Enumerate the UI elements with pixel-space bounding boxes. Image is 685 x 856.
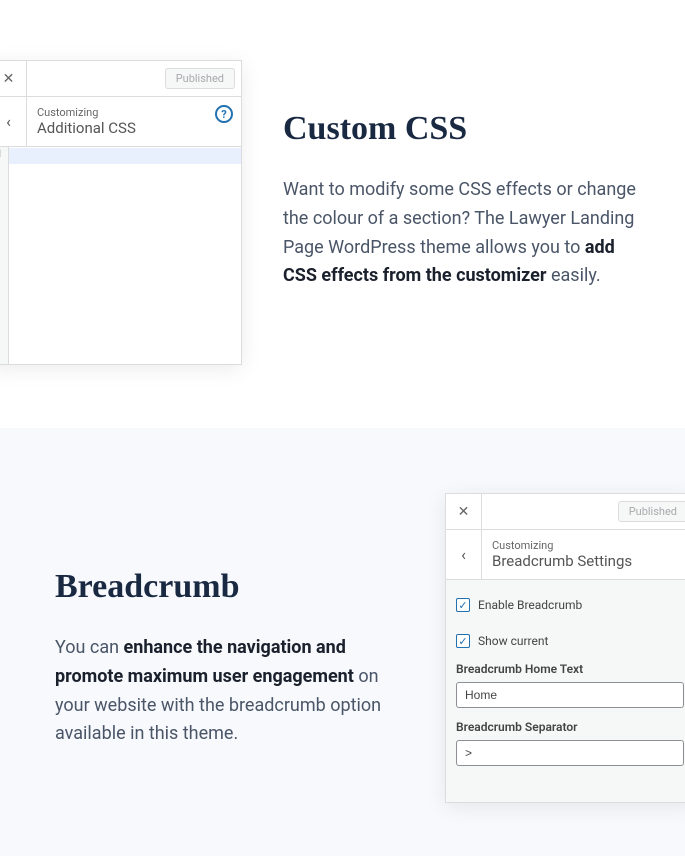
show-current-checkbox[interactable]: ✓ [456, 634, 470, 648]
title-text: Customizing Breadcrumb Settings [482, 539, 685, 570]
home-text-field: Breadcrumb Home Text [456, 662, 684, 708]
panel-header: ✕ Published [0, 61, 241, 97]
close-button[interactable]: ✕ [0, 61, 27, 97]
panel-2-header-wrap: ✕ Published ‹ Customizing Breadcrumb Set… [446, 494, 685, 580]
home-text-input[interactable] [456, 682, 684, 708]
section-description: Want to modify some CSS effects or chang… [283, 176, 643, 291]
section-name-label: Breadcrumb Settings [492, 552, 685, 570]
customizer-panel-breadcrumb: ✕ Published ‹ Customizing Breadcrumb Set… [445, 493, 685, 803]
content-section-2: Breadcrumb You can enhance the navigatio… [55, 568, 405, 749]
panel-header: ✕ Published [446, 494, 685, 530]
close-icon: ✕ [458, 504, 470, 520]
show-current-label: Show current [478, 634, 548, 648]
close-button[interactable]: ✕ [446, 494, 482, 530]
home-text-label: Breadcrumb Home Text [456, 662, 684, 676]
title-text: Customizing Additional CSS [27, 106, 241, 137]
published-button[interactable]: Published [618, 501, 685, 522]
chevron-left-icon: ‹ [461, 545, 466, 564]
description-text-1: You can [55, 637, 124, 658]
code-line-active [9, 148, 241, 164]
enable-breadcrumb-checkbox[interactable]: ✓ [456, 598, 470, 612]
code-area[interactable] [9, 147, 241, 364]
line-number: 1 [0, 149, 8, 160]
published-button[interactable]: Published [165, 68, 235, 89]
panel-title-row: ‹ Customizing Additional CSS ? [0, 97, 241, 147]
section-name-label: Additional CSS [37, 119, 241, 137]
description-text-2: easily. [546, 265, 600, 286]
chevron-left-icon: ‹ [6, 112, 11, 131]
close-icon: ✕ [3, 71, 15, 87]
content-section-1: Custom CSS Want to modify some CSS effec… [283, 110, 643, 291]
customizing-label: Customizing [37, 106, 241, 119]
back-button[interactable]: ‹ [446, 530, 482, 580]
panel-body: ✓ Enable Breadcrumb ✓ Show current Bread… [446, 580, 685, 788]
check-icon: ✓ [458, 635, 467, 648]
separator-field: Breadcrumb Separator [456, 720, 684, 766]
separator-label: Breadcrumb Separator [456, 720, 684, 734]
customizing-label: Customizing [492, 539, 685, 552]
panel-title-row: ‹ Customizing Breadcrumb Settings [446, 530, 685, 580]
custom-css-section: ✕ Published ‹ Customizing Additional CSS… [0, 0, 685, 428]
section-heading: Custom CSS [283, 110, 643, 148]
enable-breadcrumb-row[interactable]: ✓ Enable Breadcrumb [456, 590, 684, 612]
show-current-row[interactable]: ✓ Show current [456, 626, 684, 648]
customizer-panel-css: ✕ Published ‹ Customizing Additional CSS… [0, 60, 242, 365]
enable-breadcrumb-label: Enable Breadcrumb [478, 598, 582, 612]
code-editor[interactable]: 1 [0, 147, 241, 364]
help-icon[interactable]: ? [215, 105, 233, 123]
breadcrumb-section: Breadcrumb You can enhance the navigatio… [0, 428, 685, 856]
check-icon: ✓ [458, 599, 467, 612]
line-numbers: 1 [0, 147, 9, 364]
separator-input[interactable] [456, 740, 684, 766]
section-description: You can enhance the navigation and promo… [55, 634, 405, 749]
back-button[interactable]: ‹ [0, 97, 27, 147]
section-heading: Breadcrumb [55, 568, 405, 606]
description-text-1: Want to modify some CSS effects or chang… [283, 179, 636, 258]
